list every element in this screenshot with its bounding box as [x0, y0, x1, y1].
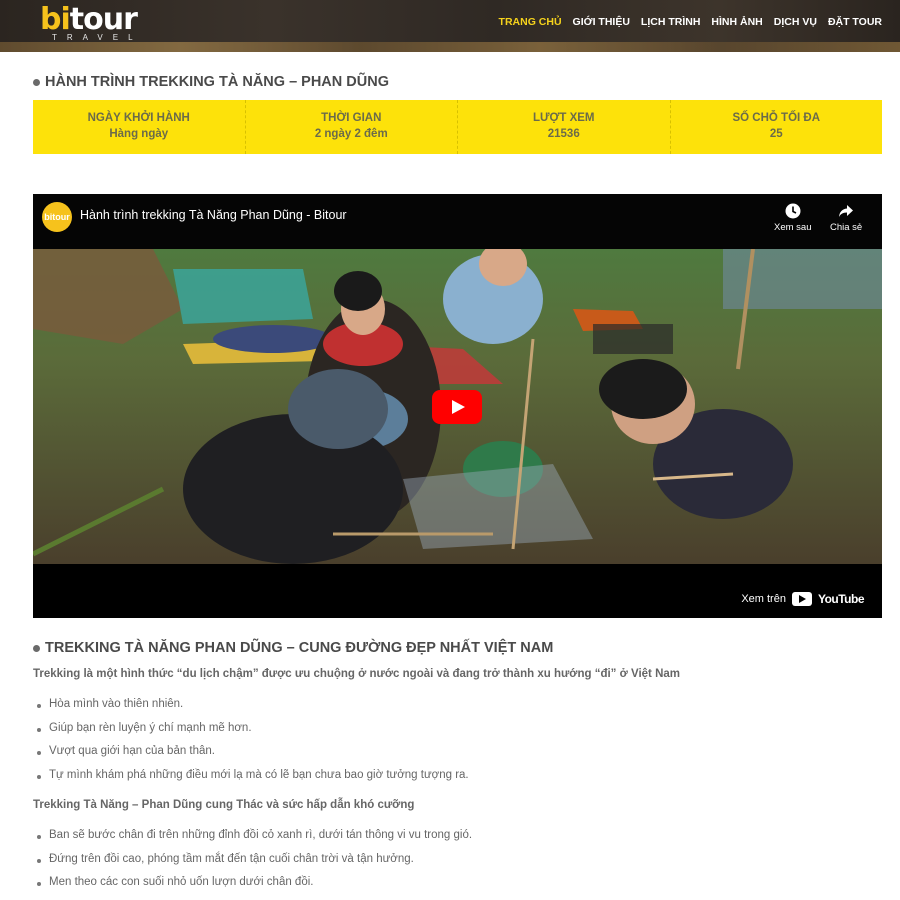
info-value: 21536	[547, 128, 580, 140]
bullet-dot-icon	[33, 644, 40, 652]
logo-subtitle: TRAVEL	[52, 33, 143, 42]
list-item: Tự mình khám phá những điều mới lạ mà có…	[37, 769, 469, 793]
list-item: Ban sẽ bước chân đi trên những đỉnh đồi …	[36, 829, 472, 853]
channel-avatar-icon[interactable]: bitour	[42, 202, 72, 232]
benefits-list: Hòa mình vào thiên nhiên. Giúp bạn rèn l…	[37, 698, 469, 793]
info-value: 25	[769, 128, 783, 140]
video-title[interactable]: Hành trình trekking Tà Năng Phan Dũng - …	[80, 208, 347, 222]
logo-tour: tour	[69, 2, 138, 37]
tour-info-bar: NGÀY KHỞI HÀNH Hàng ngày THỜI GIAN 2 ngà…	[33, 100, 882, 154]
youtube-embed[interactable]: bitour Hành trình trekking Tà Năng Phan …	[33, 194, 882, 618]
play-button[interactable]	[432, 390, 482, 424]
page-title-text: HÀNH TRÌNH TREKKING TÀ NĂNG – PHAN DŨNG	[45, 74, 389, 90]
nav-item-booking[interactable]: ĐẶT TOUR	[828, 16, 882, 28]
nav-item-about[interactable]: GIỚI THIỆU	[573, 16, 630, 28]
site-header: bitour TRAVEL TRANG CHỦ GIỚI THIỆU LỊCH …	[0, 0, 900, 52]
youtube-logo-icon	[791, 592, 812, 606]
bitour-logo[interactable]: bitour TRAVEL	[40, 2, 138, 42]
info-departure: NGÀY KHỞI HÀNH Hàng ngày	[33, 100, 246, 154]
subheading-paragraph: Trekking Tà Năng – Phan Dũng cung Thác v…	[33, 799, 415, 811]
watch-later-button[interactable]: Xem sau	[774, 202, 812, 233]
list-item: Hòa mình vào thiên nhiên.	[37, 698, 469, 722]
watch-on-label: Xem trên	[741, 593, 786, 605]
list-item: Vượt qua giới hạn của bản thân.	[37, 745, 469, 769]
nav-item-home[interactable]: TRANG CHỦ	[499, 16, 562, 28]
watch-later-label: Xem sau	[774, 222, 812, 233]
info-views: LƯỢT XEM 21536	[458, 100, 671, 154]
info-label: SỐ CHỖ TỐI ĐA	[732, 112, 821, 124]
info-max-seats: SỐ CHỖ TỐI ĐA 25	[671, 100, 883, 154]
section-title-text: TREKKING TÀ NĂNG PHAN DŨNG – CUNG ĐƯỜNG …	[45, 640, 554, 656]
info-label: THỜI GIAN	[321, 112, 382, 124]
main-nav: TRANG CHỦ GIỚI THIỆU LỊCH TRÌNH HÌNH ẢNH…	[499, 16, 882, 28]
list-item: Giúp bạn rèn luyện ý chí mạnh mẽ hơn.	[37, 722, 469, 746]
watch-on-youtube-link[interactable]: Xem trên YouTube	[741, 592, 865, 606]
share-label: Chia sẻ	[830, 222, 863, 233]
share-arrow-icon	[839, 205, 854, 217]
page-title: HÀNH TRÌNH TREKKING TÀ NĂNG – PHAN DŨNG	[33, 74, 389, 90]
info-label: NGÀY KHỞI HÀNH	[87, 112, 190, 124]
nav-item-services[interactable]: DỊCH VỤ	[774, 16, 817, 28]
nav-item-gallery[interactable]: HÌNH ẢNH	[711, 16, 762, 28]
info-duration: THỜI GIAN 2 ngày 2 đêm	[246, 100, 458, 154]
nav-item-schedule[interactable]: LỊCH TRÌNH	[641, 16, 701, 28]
share-button[interactable]: Chia sẻ	[830, 202, 862, 233]
bullet-dot-icon	[33, 78, 40, 86]
video-top-bar: bitour Hành trình trekking Tà Năng Phan …	[33, 194, 882, 249]
info-label: LƯỢT XEM	[532, 112, 595, 124]
list-item: Men theo các con suối nhỏ uốn lượn dưới …	[36, 876, 472, 900]
clock-icon	[785, 203, 801, 219]
info-value: Hàng ngày	[109, 128, 169, 140]
youtube-wordmark: YouTube	[817, 592, 865, 606]
logo-bi: bi	[40, 2, 71, 37]
attractions-list: Ban sẽ bước chân đi trên những đỉnh đồi …	[36, 829, 472, 900]
info-value: 2 ngày 2 đêm	[314, 128, 388, 140]
list-item: Đứng trên đồi cao, phóng tầm mắt đến tận…	[36, 853, 472, 877]
intro-paragraph: Trekking là một hình thức “du lịch chậm”…	[33, 668, 681, 680]
section-title: TREKKING TÀ NĂNG PHAN DŨNG – CUNG ĐƯỜNG …	[33, 640, 553, 656]
video-bottom-bar: Xem trên YouTube	[33, 564, 882, 618]
